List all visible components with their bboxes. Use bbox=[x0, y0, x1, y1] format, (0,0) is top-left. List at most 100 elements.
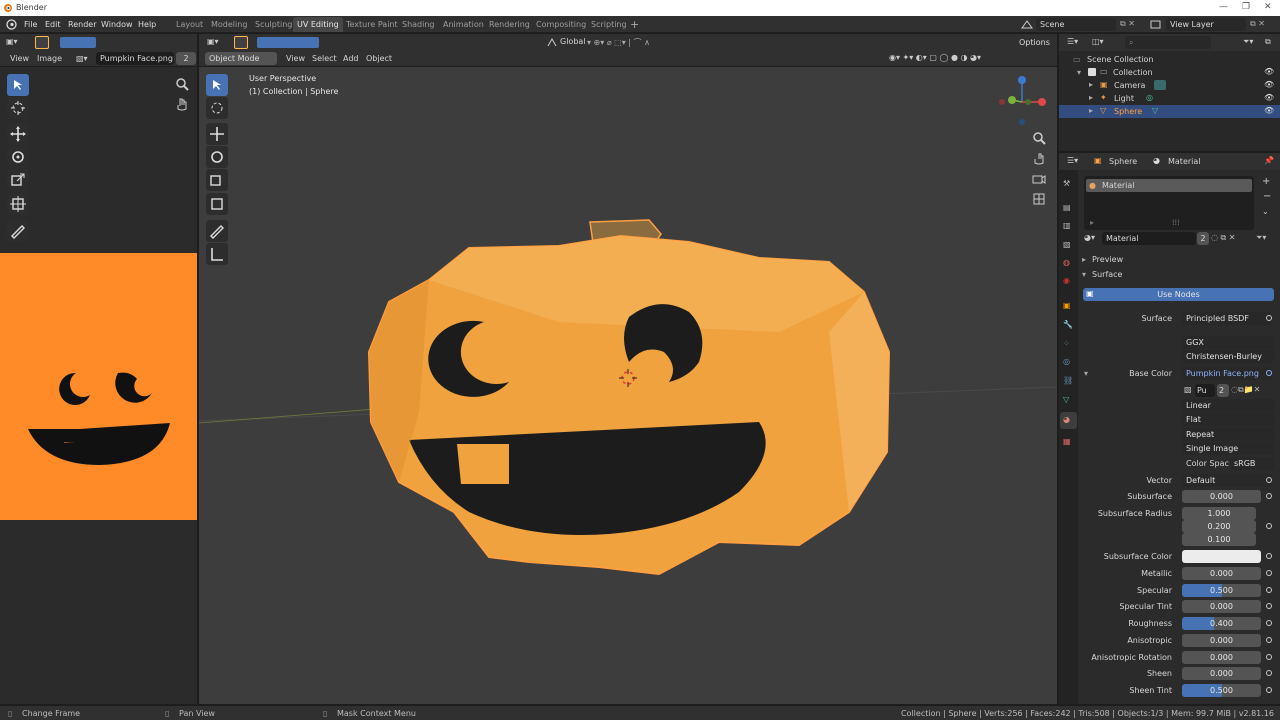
vector-socket-icon[interactable] bbox=[1266, 477, 1272, 483]
pivot-dropdown-icon[interactable]: ▾ ⊕▾ ⌀ ⬚▾ | ⌒ ∧ bbox=[587, 37, 650, 48]
close-icon[interactable]: ✕ bbox=[1264, 2, 1272, 12]
view-layer-icon[interactable] bbox=[1150, 19, 1162, 30]
subsurface-method-dropdown[interactable]: Christensen-Burley bbox=[1182, 350, 1274, 363]
vp-menu-select[interactable]: Select bbox=[312, 54, 337, 63]
projection-dropdown[interactable]: Flat bbox=[1182, 413, 1274, 426]
uv-menu-image[interactable]: Image bbox=[37, 54, 62, 63]
pin-icon[interactable]: 📌 bbox=[1264, 156, 1274, 165]
socket-icon[interactable] bbox=[1266, 620, 1272, 626]
display-mode-icon[interactable]: ◫▾ bbox=[1092, 37, 1104, 46]
property-slider[interactable]: 0.400 bbox=[1182, 617, 1261, 630]
expand-collection-icon[interactable]: ▾ bbox=[1077, 68, 1081, 77]
subsurface-color-socket-icon[interactable] bbox=[1266, 553, 1272, 559]
uv-rotate-tool-button[interactable] bbox=[7, 146, 29, 168]
outliner-row-light[interactable]: ▸ ✦ Light ◎ 👁 bbox=[1059, 92, 1280, 105]
tab-texture-paint[interactable]: Texture Paint bbox=[342, 17, 402, 32]
collection-checkbox[interactable] bbox=[1088, 68, 1096, 76]
image-browse-icon[interactable]: ▧▾ bbox=[76, 54, 88, 63]
uv-transform-tool-button[interactable] bbox=[7, 193, 29, 215]
hand-icon[interactable] bbox=[1032, 151, 1046, 165]
scene-collection-label[interactable]: Scene Collection bbox=[1087, 55, 1154, 64]
material-filter-icon[interactable]: ⏷▾ bbox=[1256, 233, 1266, 243]
view-layer-browse-icon[interactable]: ⧉ ✕ bbox=[1250, 19, 1265, 29]
menu-file[interactable]: File bbox=[24, 20, 37, 29]
subsurface-color-swatch[interactable] bbox=[1182, 550, 1261, 563]
socket-icon[interactable] bbox=[1266, 687, 1272, 693]
editor-type-icon[interactable]: ▣▾ bbox=[6, 37, 18, 46]
property-slider[interactable]: 0.000 bbox=[1182, 490, 1261, 503]
uv-scale-tool-button[interactable] bbox=[7, 169, 29, 191]
subsurface-radius-socket-icon[interactable] bbox=[1266, 523, 1272, 529]
new-collection-icon[interactable]: ⧉ bbox=[1265, 37, 1271, 47]
scene-icon[interactable] bbox=[1021, 19, 1033, 30]
vp-menu-object[interactable]: Object bbox=[366, 54, 392, 63]
constraints-tab-icon[interactable]: ⛓ bbox=[1063, 376, 1073, 385]
socket-icon[interactable] bbox=[1266, 637, 1272, 643]
view-layer-tab-icon[interactable]: ▧ bbox=[1063, 240, 1071, 249]
axis-gizmo[interactable] bbox=[994, 72, 1050, 130]
vector-dropdown[interactable]: Default bbox=[1182, 474, 1272, 487]
hand-icon[interactable] bbox=[175, 97, 189, 111]
viewport-select-mode-button[interactable] bbox=[234, 36, 248, 49]
surface-socket-icon[interactable] bbox=[1266, 315, 1272, 321]
material-name-field[interactable]: Material bbox=[1102, 232, 1196, 245]
grid-view-icon[interactable] bbox=[1032, 192, 1046, 206]
collection-label[interactable]: Collection bbox=[1113, 68, 1153, 77]
socket-icon[interactable] bbox=[1266, 570, 1272, 576]
options-dropdown[interactable]: Options bbox=[1015, 36, 1055, 49]
image-browse-icon[interactable]: ▧ bbox=[1184, 385, 1192, 394]
sphere-eye-icon[interactable]: 👁 bbox=[1264, 106, 1274, 115]
color-space-dropdown[interactable]: sRGB bbox=[1230, 457, 1274, 470]
maximize-icon[interactable]: ❐ bbox=[1242, 2, 1250, 12]
image-users-count[interactable]: 2 bbox=[176, 52, 196, 65]
list-resize-handle[interactable]: ⁞⁞⁞ bbox=[1172, 218, 1180, 227]
uv-menu-view[interactable]: View bbox=[10, 54, 29, 63]
texture-tab-icon[interactable]: ▦ bbox=[1063, 437, 1071, 446]
object-tab-icon[interactable]: ▣ bbox=[1063, 301, 1071, 310]
visibility-icons[interactable]: ◉▾ ✦▾ ◐▾ ▢ ◯ ● ◑ ◕▾ bbox=[889, 53, 981, 62]
extension-dropdown[interactable]: Repeat bbox=[1182, 428, 1274, 441]
base-color-socket-icon[interactable] bbox=[1266, 370, 1272, 376]
socket-icon[interactable] bbox=[1266, 670, 1272, 676]
slot-specials-icon[interactable]: ⌄ bbox=[1262, 207, 1269, 216]
menu-window[interactable]: Window bbox=[101, 20, 133, 29]
surface-shader-dropdown[interactable]: Principled BSDF bbox=[1182, 312, 1272, 325]
socket-icon[interactable] bbox=[1266, 493, 1272, 499]
view-layer-field[interactable]: View Layer bbox=[1166, 18, 1246, 31]
expand-icon[interactable]: ▸ bbox=[1089, 93, 1093, 102]
collection-eye-icon[interactable]: 👁 bbox=[1264, 67, 1274, 76]
add-slot-button[interactable]: + bbox=[1262, 176, 1270, 187]
blender-menu-icon[interactable] bbox=[6, 19, 17, 30]
use-nodes-button[interactable]: ▣ Use Nodes bbox=[1083, 288, 1274, 301]
scene-tab-icon[interactable]: ◍ bbox=[1063, 258, 1070, 267]
property-slider[interactable]: 0.000 bbox=[1182, 667, 1261, 680]
scene-field[interactable]: Scene bbox=[1036, 18, 1116, 31]
remove-slot-button[interactable]: − bbox=[1263, 191, 1271, 202]
source-dropdown[interactable]: Single Image bbox=[1182, 442, 1274, 455]
material-users-count[interactable]: 2 bbox=[1197, 232, 1209, 245]
interpolation-dropdown[interactable]: Linear bbox=[1182, 399, 1274, 412]
transform-orientation-dropdown[interactable]: Global bbox=[560, 37, 586, 46]
subsurface-radius-z[interactable]: 0.100 bbox=[1182, 533, 1256, 546]
viewport-selection-modes[interactable] bbox=[257, 37, 319, 48]
property-slider[interactable]: 0.000 bbox=[1182, 600, 1261, 613]
add-workspace-icon[interactable]: + bbox=[630, 18, 639, 31]
tab-rendering[interactable]: Rendering bbox=[485, 17, 534, 32]
menu-render[interactable]: Render bbox=[68, 20, 96, 29]
physics-tab-icon[interactable]: ◎ bbox=[1063, 357, 1070, 366]
outliner-row-sphere[interactable]: ▸ ▽ Sphere ▽ 👁 bbox=[1059, 105, 1280, 118]
object-mode-dropdown[interactable]: Object Mode bbox=[205, 52, 277, 65]
base-color-expand-icon[interactable]: ▾ bbox=[1084, 369, 1088, 378]
material-browse-icon[interactable]: ◕▾ bbox=[1084, 233, 1095, 242]
vp-menu-add[interactable]: Add bbox=[343, 54, 359, 63]
socket-icon[interactable] bbox=[1266, 587, 1272, 593]
filter-icon[interactable]: ⏷▾ bbox=[1243, 37, 1253, 47]
orientation-icon[interactable] bbox=[546, 37, 558, 48]
base-color-link[interactable]: Pumpkin Face.png bbox=[1182, 367, 1272, 380]
tab-animation[interactable]: Animation bbox=[439, 17, 488, 32]
uv-cursor-tool-button[interactable] bbox=[7, 97, 29, 119]
output-tab-icon[interactable]: ▥ bbox=[1063, 221, 1071, 230]
material-tab-icon[interactable]: ◕ bbox=[1063, 415, 1070, 424]
zoom-icon[interactable] bbox=[1032, 131, 1046, 145]
outliner-row-camera[interactable]: ▸ ▣ Camera 👁 bbox=[1059, 79, 1280, 92]
